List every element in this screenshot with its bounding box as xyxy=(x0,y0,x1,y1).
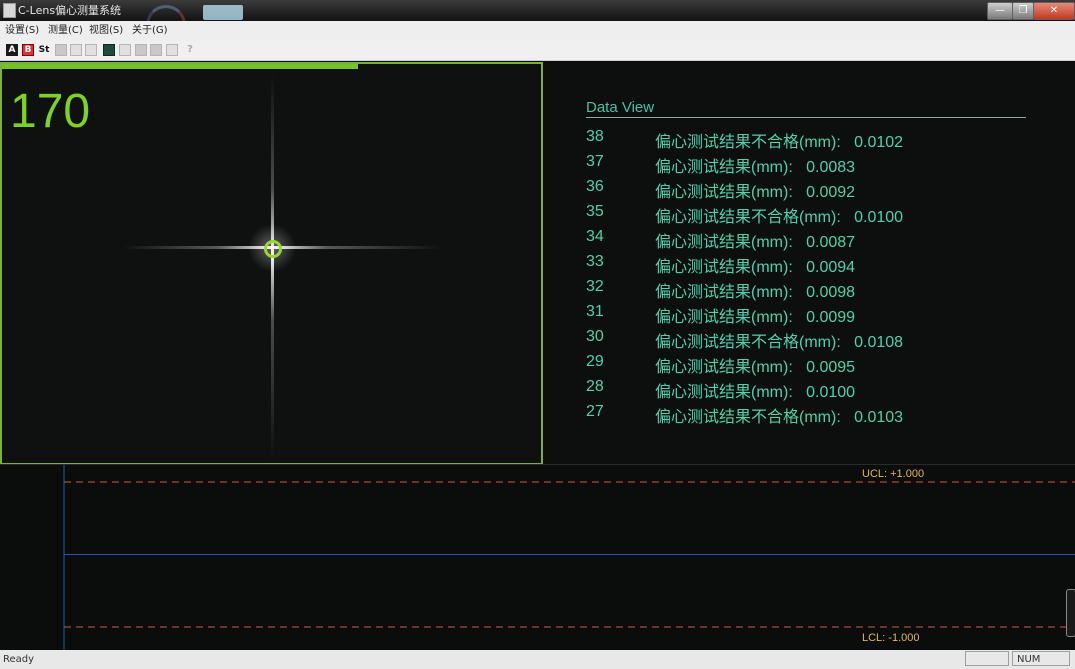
minimize-button[interactable]: — xyxy=(987,2,1013,20)
data-row-index: 35 xyxy=(586,203,604,220)
data-row-result: 偏心测试结果(mm): 0.0087 xyxy=(655,234,856,251)
data-view-title: Data View xyxy=(586,99,1026,118)
toolbar: A B St ? xyxy=(0,41,1075,61)
lcl-label: LCL: -1.000 xyxy=(862,632,919,644)
center-target-ring-icon xyxy=(264,240,282,258)
status-text: Ready xyxy=(3,654,35,665)
data-row-index: 37 xyxy=(586,153,604,170)
data-row-index: 27 xyxy=(586,403,604,420)
menu-measure[interactable]: 测量(C) xyxy=(48,21,83,41)
data-row-index: 32 xyxy=(586,278,604,295)
control-chart-panel: UCL: +1.000 LCL: -1.000 xyxy=(0,464,1075,651)
disabled-tool-icon xyxy=(85,44,97,56)
data-row-result: 偏心测试结果(mm): 0.0098 xyxy=(655,284,856,301)
data-row-result: 偏心测试结果(mm): 0.0092 xyxy=(655,184,856,201)
data-row-result: 偏心测试结果不合格(mm): 0.0100 xyxy=(655,209,904,226)
menu-about[interactable]: 关于(G) xyxy=(132,21,168,41)
stop-icon[interactable]: A xyxy=(6,44,18,56)
data-row-index: 38 xyxy=(586,128,604,145)
data-row-result: 偏心测试结果不合格(mm): 0.0102 xyxy=(655,134,904,151)
status-pane xyxy=(965,651,1009,666)
data-row-result: 偏心测试结果(mm): 0.0095 xyxy=(655,359,856,376)
restore-icon: ❐ xyxy=(1018,5,1028,16)
disabled-tool-icon xyxy=(135,44,147,56)
scrollbar-handle[interactable] xyxy=(1066,589,1075,637)
acquisition-progress-fill xyxy=(2,64,358,69)
help-icon: ? xyxy=(187,44,193,55)
data-view-panel: Data View 38 偏心测试结果不合格(mm): 0.0102 37 偏心测试结… xyxy=(544,62,1075,463)
crosshair-horizontal-beam xyxy=(122,246,442,249)
data-row-result: 偏心测试结果(mm): 0.0083 xyxy=(655,159,856,176)
camera-image-view: 170 xyxy=(0,62,543,465)
data-row-index: 36 xyxy=(586,178,604,195)
title-bar: C-Lens偏心测量系统 — ❐ ✕ xyxy=(0,0,1075,45)
data-row-index: 30 xyxy=(586,328,604,345)
data-row-result: 偏心测试结果不合格(mm): 0.0108 xyxy=(655,334,904,351)
close-icon: ✕ xyxy=(1049,5,1059,16)
num-lock-indicator: NUM xyxy=(1012,651,1070,666)
disabled-tool-icon xyxy=(166,44,178,56)
background-window-tab xyxy=(203,5,243,20)
data-row-index: 34 xyxy=(586,228,604,245)
control-chart: UCL: +1.000 LCL: -1.000 xyxy=(63,465,1075,651)
ucl-label: UCL: +1.000 xyxy=(862,468,924,480)
menu-bar: 设置(S) 测量(C) 视图(S) 关于(G) xyxy=(0,21,1075,41)
maximize-button[interactable]: ❐ xyxy=(1012,2,1034,20)
data-row-index: 31 xyxy=(586,303,604,320)
menu-view[interactable]: 视图(S) xyxy=(89,21,123,41)
data-row-index: 28 xyxy=(586,378,604,395)
status-bar: Ready NUM xyxy=(0,650,1075,669)
data-row-index: 33 xyxy=(586,253,604,270)
data-row-result: 偏心测试结果(mm): 0.0094 xyxy=(655,259,856,276)
data-row-result: 偏心测试结果(mm): 0.0100 xyxy=(655,384,856,401)
data-row-index: 29 xyxy=(586,353,604,370)
menu-settings[interactable]: 设置(S) xyxy=(5,21,39,41)
data-row-result: 偏心测试结果(mm): 0.0099 xyxy=(655,309,856,326)
disabled-tool-icon xyxy=(150,44,162,56)
acquisition-progress-bar xyxy=(2,64,541,69)
camera-icon[interactable]: B xyxy=(22,44,34,56)
crosshair-vertical-beam xyxy=(271,74,274,459)
window-title: C-Lens偏心测量系统 xyxy=(18,4,122,17)
frame-counter: 170 xyxy=(10,85,91,138)
data-row-result: 偏心测试结果不合格(mm): 0.0103 xyxy=(655,409,904,426)
close-button[interactable]: ✕ xyxy=(1033,2,1075,20)
grid-icon[interactable] xyxy=(103,44,115,56)
disabled-tool-icon xyxy=(119,44,131,56)
minimize-icon: — xyxy=(995,5,1005,16)
start-icon[interactable]: St xyxy=(37,44,51,56)
app-icon xyxy=(3,3,16,18)
disabled-tool-icon xyxy=(70,44,82,56)
disabled-tool-icon xyxy=(55,44,67,56)
